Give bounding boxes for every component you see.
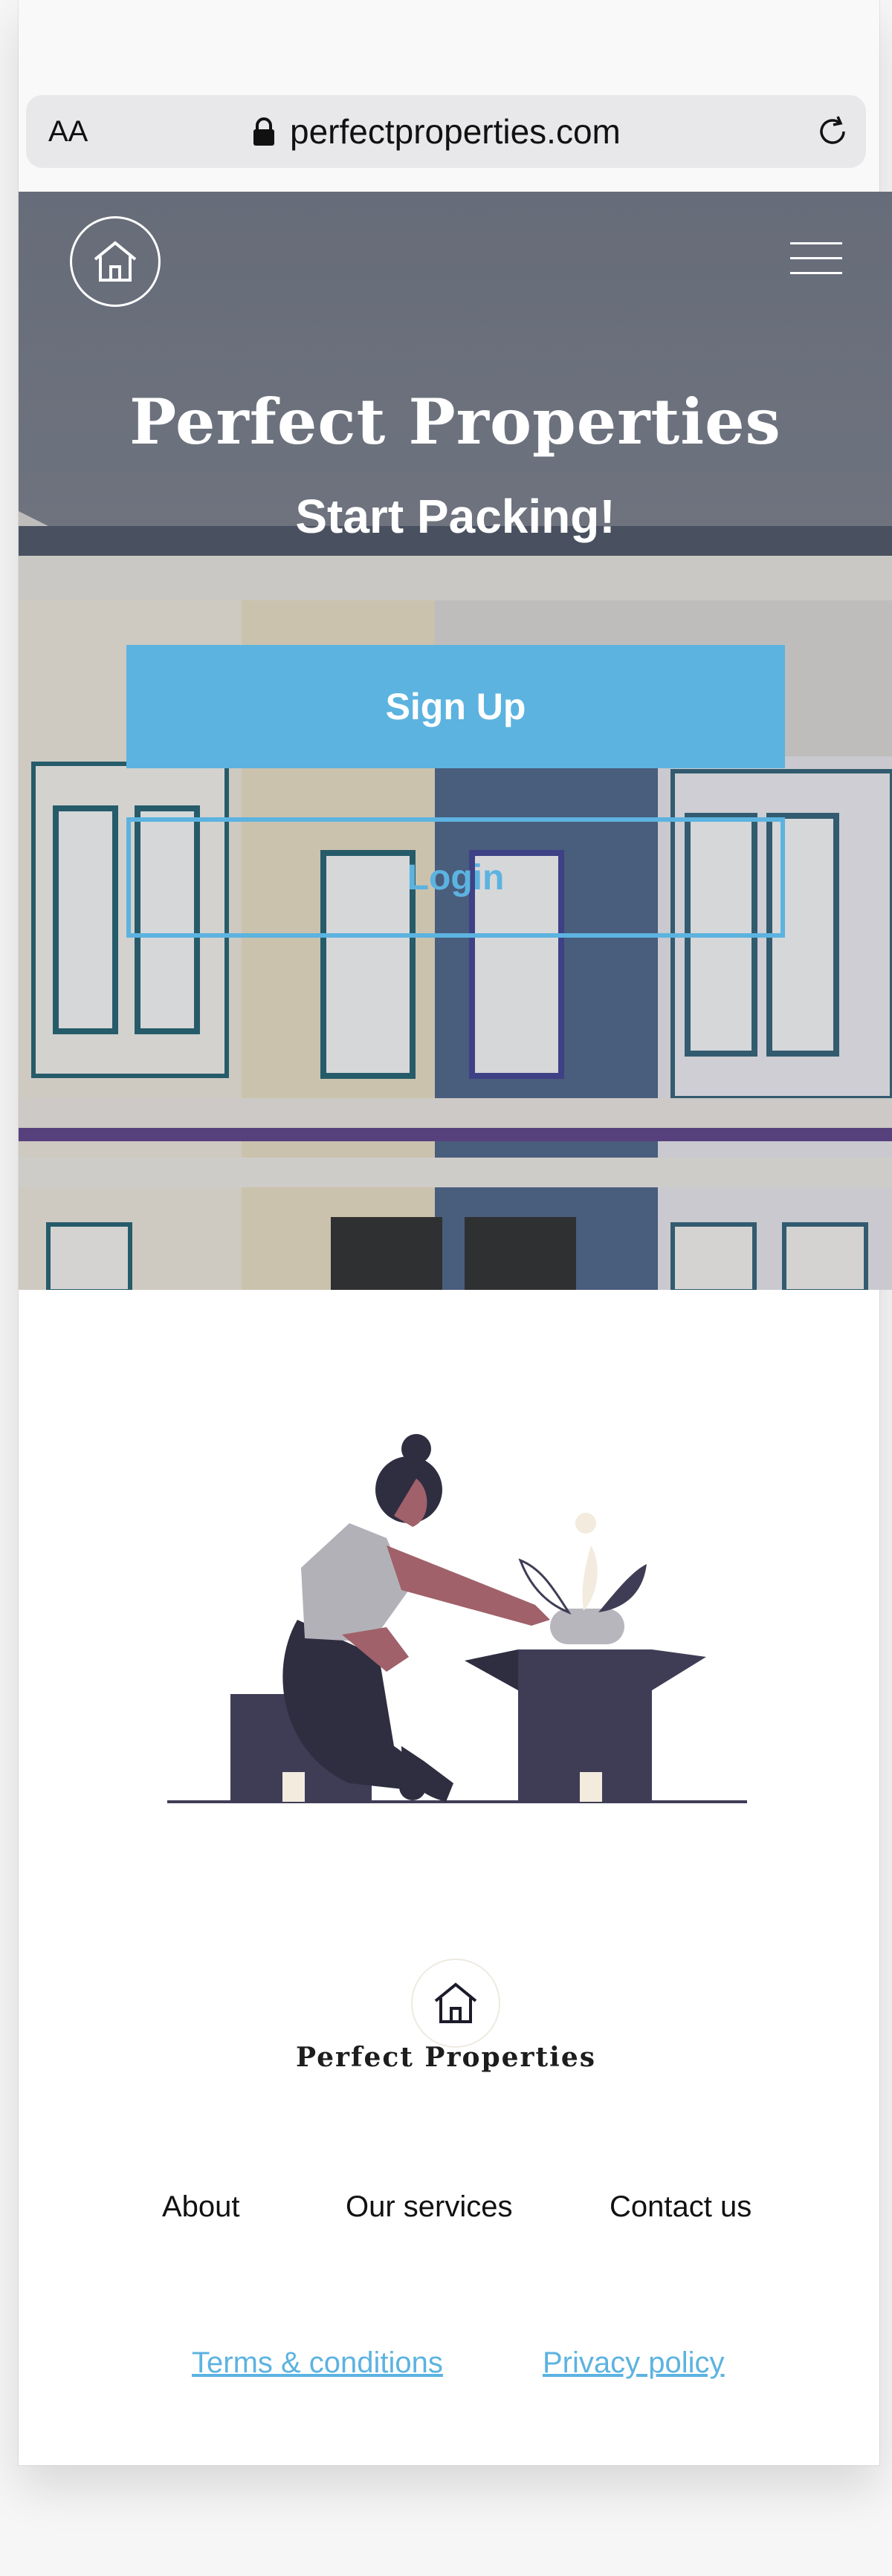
- text-size-icon[interactable]: AA: [48, 115, 88, 149]
- reload-icon[interactable]: [814, 113, 851, 150]
- home-logo[interactable]: [70, 216, 161, 307]
- url-text[interactable]: perfectproperties.com: [290, 111, 621, 152]
- footer-nav-about[interactable]: About: [162, 2190, 240, 2224]
- lock-icon: [253, 117, 274, 146]
- terms-link[interactable]: Terms & conditions: [192, 2346, 443, 2380]
- page-title: Perfect Properties: [129, 385, 781, 458]
- home-icon: [434, 1982, 477, 2023]
- footer-nav-services[interactable]: Our services: [346, 2190, 513, 2224]
- hero-subtitle: Start Packing!: [295, 490, 615, 543]
- menu-icon[interactable]: [790, 242, 842, 279]
- address-bar[interactable]: AA perfectproperties.com: [26, 95, 866, 168]
- footer-nav-contact[interactable]: Contact us: [610, 2190, 752, 2224]
- footer-brand: Perfect Properties: [295, 2042, 596, 2073]
- signup-button[interactable]: Sign Up: [126, 645, 785, 768]
- home-icon: [94, 241, 137, 282]
- privacy-link[interactable]: Privacy policy: [543, 2346, 725, 2380]
- login-button[interactable]: Login: [126, 817, 785, 938]
- woman-packing-illustration: [167, 1434, 747, 1803]
- footer-logo[interactable]: [411, 1959, 500, 2048]
- hero-section: Perfect Properties Start Packing! Sign U…: [19, 192, 892, 1290]
